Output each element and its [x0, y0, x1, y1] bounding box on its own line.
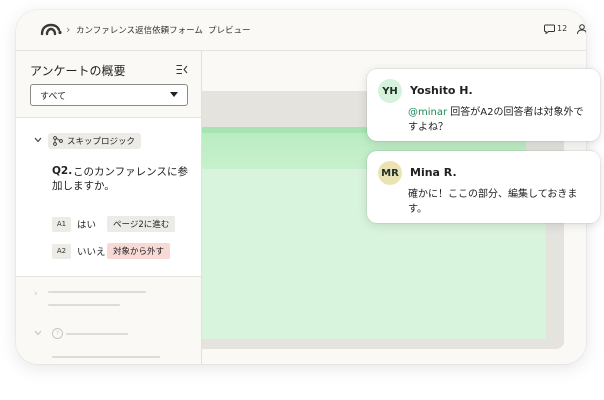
collapsed-question-row[interactable]: ?: [16, 323, 201, 358]
collapse-sidebar-icon[interactable]: [176, 64, 188, 75]
chevron-down-icon[interactable]: [34, 137, 42, 143]
placeholder-line: [48, 304, 120, 306]
chevron-right-icon: ›: [66, 23, 71, 36]
comment-icon[interactable]: [544, 24, 555, 34]
question-card[interactable]: スキップロジック Q2. このカンファレンスに参加しますか。 A1 はい ページ…: [16, 117, 201, 277]
skip-logic-label: スキップロジック: [67, 137, 136, 147]
answer-action-badge[interactable]: 対象から外す: [107, 243, 171, 259]
question-mark-icon: ?: [52, 328, 63, 339]
answer-label: いいえ: [77, 247, 106, 258]
sidebar-title: アンケートの概要: [30, 64, 126, 78]
answer-label: はい: [77, 220, 97, 231]
avatar[interactable]: YH: [378, 79, 402, 103]
comment-author: Mina R.: [410, 166, 457, 179]
filter-select-value: すべて: [40, 92, 67, 102]
comment-text: 確かに！ここの部分、編集しておきます。: [408, 189, 578, 215]
breadcrumb-preview[interactable]: プレビュー: [208, 24, 251, 36]
answer-action-badge[interactable]: ページ2に進む: [107, 216, 176, 232]
comment-author: Yoshito H.: [410, 84, 473, 97]
chevron-right-icon: ›: [34, 289, 38, 299]
survey-outline-sidebar: アンケートの概要 すべて スキップロジック Q2. このカンファレンスに参加しま…: [16, 51, 202, 364]
logo-icon[interactable]: [40, 21, 62, 37]
placeholder-line: [52, 356, 160, 358]
comment-bubble[interactable]: YH Yoshito H. @minar 回答がA2の回答者は対象外ですよね？: [367, 69, 600, 141]
avatar[interactable]: MR: [378, 161, 402, 185]
user-icon[interactable]: [576, 23, 586, 35]
question-text: このカンファレンスに参加しますか。: [52, 166, 188, 192]
caret-down-icon: [170, 92, 178, 97]
user-mention[interactable]: @minar: [408, 107, 447, 118]
comment-text: @minar 回答がA2の回答者は対象外ですよね？: [408, 105, 588, 135]
collapsed-question-row[interactable]: ›: [16, 281, 201, 307]
breadcrumb-survey-title[interactable]: カンファレンス返信依頼フォーム: [76, 24, 203, 36]
comment-bubble[interactable]: MR Mina R. 確かに！ここの部分、編集しておきます。: [367, 151, 600, 223]
answer-row[interactable]: A2 いいえ 対象から外す: [52, 243, 171, 259]
filter-select[interactable]: すべて: [30, 84, 188, 106]
answer-tag: A1: [52, 216, 71, 232]
answer-row[interactable]: A1 はい ページ2に進む: [52, 216, 176, 232]
placeholder-line: [66, 333, 128, 335]
comment-count: 12: [557, 24, 568, 33]
placeholder-line: [48, 291, 146, 293]
chevron-down-icon: [34, 330, 42, 336]
answer-tag: A2: [52, 243, 71, 259]
branch-icon: [53, 136, 63, 146]
skip-logic-badge[interactable]: スキップロジック: [48, 133, 142, 149]
top-bar: › カンファレンス返信依頼フォーム プレビュー 12: [16, 10, 586, 51]
